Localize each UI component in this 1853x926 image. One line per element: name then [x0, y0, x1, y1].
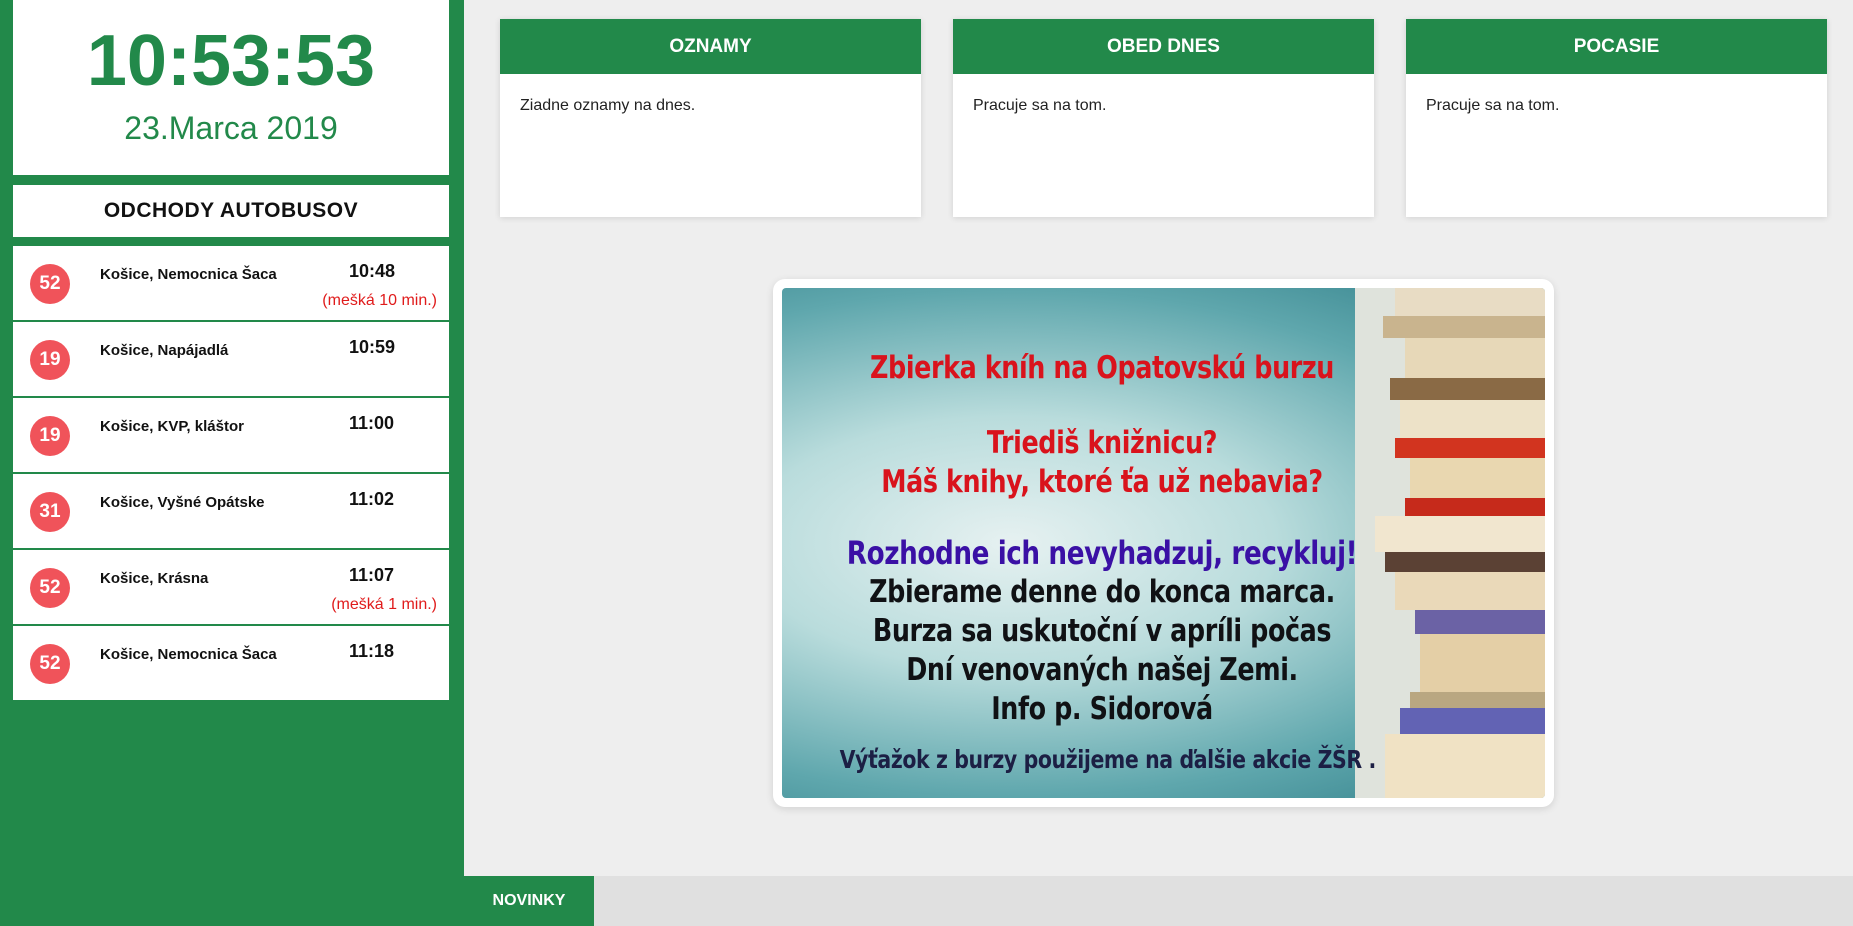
- announcements-title: OZNAMY: [500, 19, 921, 74]
- bus-departure-time: 11:00: [349, 413, 395, 433]
- announcements-card: OZNAMY Ziadne oznamy na dnes.: [500, 19, 921, 217]
- bus-line-badge: 52: [30, 644, 70, 684]
- bus-destination: Košice, Vyšné Opátske: [100, 494, 265, 511]
- bus-departure-time: 10:59: [349, 337, 396, 357]
- bus-delay: (mešká 1 min.): [331, 596, 437, 613]
- weather-card: POCASIE Pracuje sa na tom.: [1406, 19, 1827, 217]
- sidebar: 10:53:53 23.Marca 2019 ODCHODY AUTOBUSOV…: [0, 0, 464, 926]
- poster-info-3: Dní venovaných našej Zemi.: [906, 652, 1298, 688]
- bus-line-badge: 52: [30, 264, 70, 304]
- bus-destination: Košice, Nemocnica Šaca: [100, 646, 277, 663]
- bus-departure-time: 11:18: [349, 641, 395, 661]
- bus-departures-list: 52 Košice, Nemocnica Šaca 10:48 (mešká 1…: [13, 246, 449, 702]
- clock-time: 10:53:53: [86, 21, 376, 101]
- bus-departures-title: ODCHODY AUTOBUSOV: [13, 185, 449, 237]
- bus-departure-time: 10:48: [349, 261, 396, 281]
- bus-row: 31 Košice, Vyšné Opátske 11:02: [13, 474, 449, 548]
- poster-info-1: Zbierame denne do konca marca.: [869, 574, 1335, 610]
- poster-question-2: Máš knihy, ktoré ťa už nebavia?: [881, 464, 1323, 500]
- bus-delay: (mešká 10 min.): [322, 292, 437, 309]
- news-ticker-label: NOVINKY: [464, 876, 594, 926]
- poster-question-1: Triediš knižnicu?: [986, 425, 1218, 461]
- bus-row: 52 Košice, Nemocnica Šaca 11:18: [13, 626, 449, 700]
- lunch-card: OBED DNES Pracuje sa na tom.: [953, 19, 1374, 217]
- poster-frame: Zbierka kníh na Opatovskú burzu Triediš …: [773, 279, 1554, 807]
- poster-footer-note: Výťažok z burzy použijeme na ďalšie akci…: [839, 745, 1377, 774]
- bus-line-badge: 31: [30, 492, 70, 532]
- bus-row: 19 Košice, KVP, kláštor 11:00: [13, 398, 449, 472]
- bus-destination: Košice, Nemocnica Šaca: [100, 266, 277, 283]
- bus-line-badge: 19: [30, 340, 70, 380]
- weather-body: Pracuje sa na tom.: [1426, 97, 1560, 114]
- weather-title: POCASIE: [1406, 19, 1827, 74]
- bus-row: 52 Košice, Nemocnica Šaca 10:48 (mešká 1…: [13, 246, 449, 320]
- clock-date: 23.Marca 2019: [124, 110, 338, 146]
- bus-destination: Košice, KVP, kláštor: [100, 418, 244, 435]
- bus-destination: Košice, Krásna: [100, 570, 209, 587]
- bus-line-badge: 52: [30, 568, 70, 608]
- book-stack-illustration: [1355, 288, 1545, 798]
- lunch-title: OBED DNES: [953, 19, 1374, 74]
- bus-row: 19 Košice, Napájadlá 10:59: [13, 322, 449, 396]
- poster-info-2: Burza sa uskutoční v apríli počas: [872, 613, 1332, 649]
- bus-departure-time: 11:02: [349, 489, 395, 509]
- poster-call-to-action: Rozhodne ich nevyhadzuj, recykluj!: [846, 534, 1358, 572]
- lunch-body: Pracuje sa na tom.: [973, 97, 1107, 114]
- poster-contact: Info p. Sidorová: [991, 691, 1213, 727]
- bus-row: 52 Košice, Krásna 11:07 (mešká 1 min.): [13, 550, 449, 624]
- clock-card: 10:53:53 23.Marca 2019: [13, 0, 449, 175]
- announcements-body: Ziadne oznamy na dnes.: [520, 97, 696, 114]
- book-collection-poster: Zbierka kníh na Opatovskú burzu Triediš …: [782, 288, 1545, 798]
- bus-line-badge: 19: [30, 416, 70, 456]
- bus-destination: Košice, Napájadlá: [100, 342, 229, 359]
- news-ticker: NOVINKY: [464, 876, 1853, 926]
- poster-headline: Zbierka kníh na Opatovskú burzu: [870, 350, 1334, 386]
- bus-departure-time: 11:07: [349, 565, 395, 585]
